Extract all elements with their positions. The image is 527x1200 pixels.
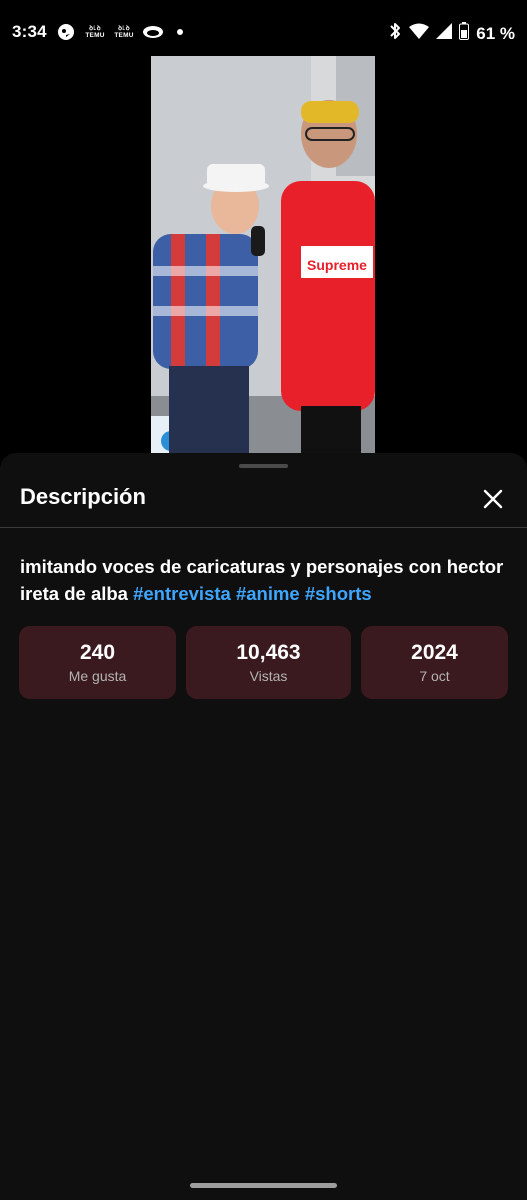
battery-percent: 61 % (476, 23, 515, 43)
home-indicator[interactable] (190, 1183, 337, 1188)
upload-year: 2024 (411, 641, 458, 664)
hashtag-link[interactable]: #shorts (305, 583, 372, 604)
date-card: 2024 7 oct (361, 626, 508, 699)
close-button[interactable] (475, 481, 511, 517)
video-frame-image: Supreme (151, 56, 375, 456)
status-bar: 3:34 ꝺ꜖ꝺ TEMU ꝺ꜖ꝺ TEMU 61 % (0, 0, 527, 64)
upload-date: 7 oct (419, 668, 450, 684)
description-sheet: Descripción imitando voces de caricatura… (0, 453, 527, 1200)
close-icon (483, 489, 503, 509)
temu-icon: ꝺ꜖ꝺ TEMU (85, 25, 105, 39)
views-count: 10,463 (236, 641, 301, 664)
shirt-text: Supreme (307, 257, 367, 273)
status-time: 3:34 (12, 22, 47, 41)
likes-card: 240 Me gusta (19, 626, 176, 699)
temu-icon: ꝺ꜖ꝺ TEMU (114, 25, 134, 39)
wifi-icon (409, 23, 430, 44)
sheet-title: Descripción (20, 484, 146, 509)
system-icons: 61 % (388, 21, 515, 46)
hashtag-link[interactable]: #entrevista (133, 583, 231, 604)
bird-app-icon (55, 21, 77, 43)
eye-app-icon (142, 21, 164, 43)
views-label: Vistas (249, 668, 288, 684)
bluetooth-icon (388, 21, 402, 46)
drag-handle[interactable] (239, 464, 288, 468)
signal-icon (436, 23, 453, 44)
hashtag-link[interactable]: #anime (236, 583, 300, 604)
battery-icon (459, 22, 470, 45)
divider (0, 527, 527, 528)
dot-icon (177, 29, 183, 35)
likes-label: Me gusta (68, 668, 127, 684)
likes-count: 240 (79, 641, 116, 664)
views-card: 10,463 Vistas (186, 626, 351, 699)
notification-icons: ꝺ꜖ꝺ TEMU ꝺ꜖ꝺ TEMU (55, 21, 183, 43)
stats-row: 240 Me gusta 10,463 Vistas 2024 7 oct (19, 626, 508, 699)
video-player[interactable]: Supreme (151, 56, 375, 456)
description-text: imitando voces de caricaturas y personaj… (20, 553, 510, 607)
